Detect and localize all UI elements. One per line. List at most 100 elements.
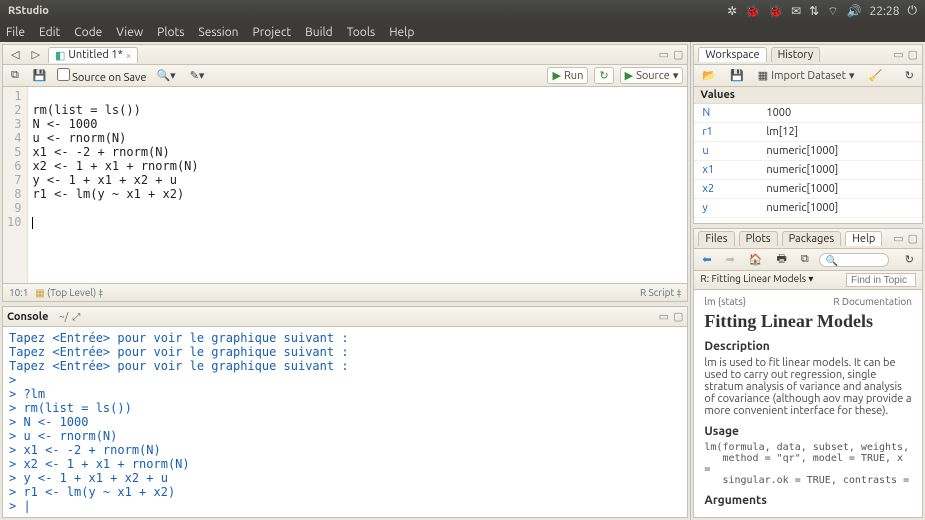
help-home-icon[interactable]: 🏠	[745, 252, 767, 267]
source-toolbar: ⧉ 💾 Source on Save 🔍▾ ✎▾ ▶Run ↻ ▶Source …	[3, 65, 687, 87]
help-tabs: Files Plots Packages Help ▭ ▢	[694, 229, 922, 249]
console-max-icon[interactable]: ▢	[673, 310, 683, 323]
editor-status: 10:1 ▦ (Top Level) ‡ R Script ‡	[3, 283, 687, 301]
help-desc: lm is used to fit linear models. It can …	[704, 357, 912, 417]
maximize-icon[interactable]: ▢	[673, 48, 683, 61]
save-ws-icon[interactable]: 💾	[726, 68, 748, 83]
rerun-button[interactable]: ↻	[594, 67, 613, 84]
workspace-pane: Workspace History ▭ ▢ 📂 💾 ▦ Import Datase…	[693, 44, 923, 224]
flower-icon[interactable]: ✲	[727, 4, 737, 18]
help-desc-head: Description	[704, 340, 912, 353]
scope[interactable]: (Top Level) ‡	[47, 287, 103, 298]
menu-project[interactable]: Project	[253, 26, 292, 39]
menu-tools[interactable]: Tools	[347, 26, 376, 39]
menu-view[interactable]: View	[116, 26, 143, 39]
window-titlebar: RStudio ✲ 🐞 🐞 ✉ ⇅ ⌔ 🔊 22:28 ⏻	[0, 0, 925, 22]
cursor-pos: 10:1	[9, 287, 28, 298]
workspace-toolbar: 📂 💾 ▦ Import Dataset ▾ 🧹 ↻	[694, 65, 922, 87]
help-topic[interactable]: R: Fitting Linear Models	[700, 273, 806, 284]
help-search[interactable]: 🔍	[819, 253, 889, 267]
bug-icon[interactable]: 🐞	[745, 4, 760, 18]
help-fwd-icon[interactable]: ➡	[722, 252, 739, 267]
save-icon[interactable]: 💾	[29, 68, 51, 83]
help-print-icon[interactable]: 🖶	[773, 249, 791, 270]
help-doclabel: R Documentation	[833, 296, 912, 307]
tab-plots[interactable]: Plots	[739, 231, 778, 246]
back-icon[interactable]: ◁	[7, 47, 23, 62]
power-icon[interactable]: ⏻	[908, 4, 918, 18]
source-button[interactable]: ▶Source ▾	[620, 67, 684, 84]
menu-help[interactable]: Help	[389, 26, 414, 39]
tab-workspace[interactable]: Workspace	[698, 47, 766, 62]
file-icon: ◧	[55, 49, 65, 62]
console-title: Console	[7, 311, 48, 323]
tab-files[interactable]: Files	[698, 231, 734, 246]
help-pane: Files Plots Packages Help ▭ ▢ ⬅ ➡ 🏠 🖶 ⧉ 🔍…	[693, 228, 923, 518]
network-icon[interactable]: ⇅	[809, 4, 819, 18]
console-expand-icon[interactable]: ⤢	[72, 311, 80, 323]
tab-packages[interactable]: Packages	[782, 231, 842, 246]
help-refresh-icon[interactable]: ↻	[901, 252, 918, 267]
workspace-row[interactable]: N1000	[694, 104, 922, 123]
help-back-icon[interactable]: ⬅	[698, 252, 715, 267]
menu-file[interactable]: File	[6, 26, 25, 39]
help-toolbar: ⬅ ➡ 🏠 🖶 ⧉ 🔍 ↻	[694, 249, 922, 271]
help-args-head: Arguments	[704, 494, 912, 507]
minimize-icon[interactable]: ▭	[659, 48, 669, 61]
tab-history[interactable]: History	[771, 47, 821, 62]
ws-min-icon[interactable]: ▭	[893, 48, 903, 61]
find-in-topic[interactable]	[846, 273, 916, 287]
popout-icon[interactable]: ⧉	[7, 68, 23, 83]
sound-icon[interactable]: 🔊	[847, 4, 862, 18]
source-on-save[interactable]: Source on Save	[57, 68, 147, 84]
file-type[interactable]: R Script ‡	[640, 287, 681, 298]
workspace-row[interactable]: ynumeric[1000]	[694, 199, 922, 218]
help-content[interactable]: lm {stats} R Documentation Fitting Linea…	[694, 290, 922, 517]
menu-bar: File Edit Code View Plots Session Projec…	[0, 22, 925, 42]
code-editor[interactable]: 12345678910 rm(list = ls())N <- 1000u <-…	[3, 87, 687, 283]
help-max-icon[interactable]: ▢	[908, 232, 918, 245]
help-breadcrumb: R: Fitting Linear Models ▾	[694, 271, 922, 290]
menu-session[interactable]: Session	[198, 26, 238, 39]
tab-label: Untitled 1*	[68, 49, 122, 61]
mail-icon[interactable]: ✉	[791, 4, 801, 18]
console-pane: Console ~/ ⤢ ▭ ▢ Tapez <Entrée> pour voi…	[2, 306, 688, 518]
menu-code[interactable]: Code	[74, 26, 102, 39]
values-header: Values	[694, 87, 922, 104]
import-dataset-button[interactable]: ▦ Import Dataset ▾	[754, 68, 859, 83]
workspace-row[interactable]: x2numeric[1000]	[694, 180, 922, 199]
tab-help[interactable]: Help	[845, 231, 882, 246]
load-ws-icon[interactable]: 📂	[698, 68, 720, 83]
find-icon[interactable]: 🔍▾	[152, 68, 179, 83]
help-usage-head: Usage	[704, 425, 912, 438]
menu-plots[interactable]: Plots	[157, 26, 184, 39]
wifi-icon[interactable]: ⌔	[827, 4, 838, 19]
code-area[interactable]: rm(list = ls())N <- 1000u <- rnorm(N)x1 …	[28, 87, 202, 283]
clock[interactable]: 22:28	[869, 5, 899, 18]
menu-edit[interactable]: Edit	[39, 26, 60, 39]
ws-max-icon[interactable]: ▢	[908, 48, 918, 61]
wand-icon[interactable]: ✎▾	[186, 68, 209, 83]
close-tab-icon[interactable]: ×	[126, 50, 132, 61]
clear-ws-icon[interactable]: 🧹	[864, 68, 886, 83]
console-output[interactable]: Tapez <Entrée> pour voir le graphique su…	[3, 327, 687, 517]
workspace-row[interactable]: unumeric[1000]	[694, 142, 922, 161]
menu-build[interactable]: Build	[305, 26, 333, 39]
source-tab[interactable]: ◧ Untitled 1* ×	[48, 47, 139, 63]
app-title: RStudio	[8, 5, 49, 17]
console-min-icon[interactable]: ▭	[659, 310, 669, 323]
fwd-icon[interactable]: ▷	[27, 47, 43, 62]
help-min-icon[interactable]: ▭	[893, 232, 903, 245]
source-on-save-check[interactable]	[57, 68, 70, 81]
console-path: ~/	[59, 311, 68, 322]
gutter: 12345678910	[3, 87, 28, 283]
workspace-tabs: Workspace History ▭ ▢	[694, 45, 922, 65]
bug2-icon[interactable]: 🐞	[768, 4, 783, 18]
refresh-ws-icon[interactable]: ↻	[901, 68, 918, 83]
help-popout-icon[interactable]: ⧉	[797, 252, 813, 267]
run-button[interactable]: ▶Run	[547, 67, 588, 84]
workspace-row[interactable]: r1lm[12]	[694, 123, 922, 142]
workspace-row[interactable]: x1numeric[1000]	[694, 161, 922, 180]
system-tray: ✲ 🐞 🐞 ✉ ⇅ ⌔ 🔊 22:28 ⏻	[727, 4, 917, 19]
console-tabbar: Console ~/ ⤢ ▭ ▢	[3, 307, 687, 327]
